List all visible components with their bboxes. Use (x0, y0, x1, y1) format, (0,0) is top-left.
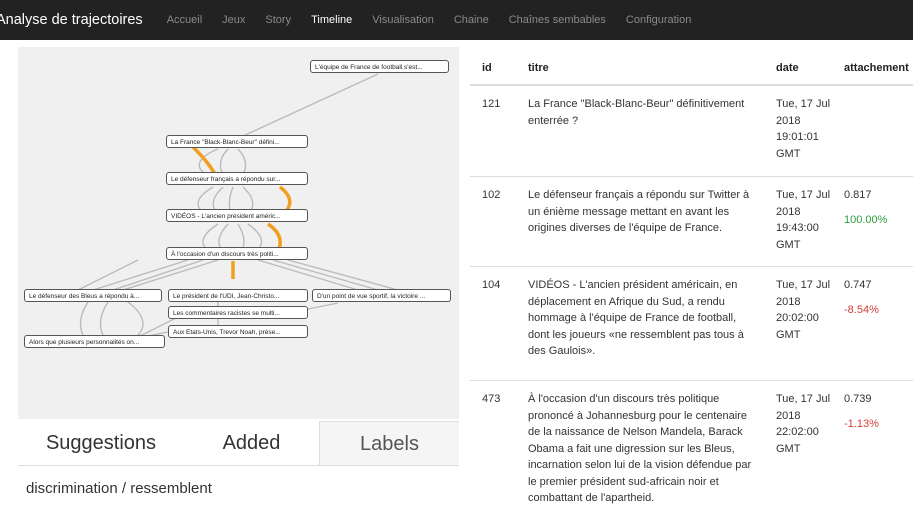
graph-edge (229, 73, 379, 143)
row-attachement: 0.739 -1.13% (844, 391, 913, 432)
row-title: La France "Black-Blanc-Beur" définitivem… (528, 98, 745, 127)
row-id: 473 (482, 393, 501, 405)
row-percent: 100.00% (844, 213, 888, 226)
row-id: 104 (482, 279, 501, 291)
graph-node[interactable]: Alors que plusieurs personnalités on... (24, 335, 165, 348)
row-title: À l'occasion d'un discours très politiqu… (528, 393, 752, 504)
row-score: 0.747 (844, 279, 872, 291)
tab-labels[interactable]: Labels (319, 421, 459, 465)
results-table: id titre date attachement 121 La France … (470, 40, 913, 516)
graph-node[interactable]: La France "Black-Blanc-Beur" défini... (166, 135, 308, 148)
graph-node[interactable]: Le défenseur français a répondu sur... (166, 172, 308, 185)
row-date: Tue, 17 Jul 2018 20:02:00 GMT (776, 279, 831, 341)
graph-node[interactable]: D'un point de vue sportif, la victoire .… (312, 289, 451, 302)
graph-node[interactable]: Les commentaires racistes se multi... (168, 306, 308, 319)
nav-item-accueil[interactable]: Accueil (167, 14, 202, 26)
column-header-attachement[interactable]: attachement (844, 60, 913, 77)
graph-node[interactable]: Le défenseur des Bleus a répondu à... (24, 289, 162, 302)
graph-edge (122, 259, 219, 291)
top-navbar: Analyse de trajectoires Accueil Jeux Sto… (0, 0, 913, 40)
nav-item-visualisation[interactable]: Visualisation (372, 14, 434, 26)
graph-node[interactable]: À l'occasion d'un discours très politi..… (166, 247, 308, 260)
nav-item-chaine[interactable]: Chaine (454, 14, 489, 26)
graph-edge (112, 259, 204, 291)
graph-node[interactable]: VIDÉOS - L'ancien président améric... (166, 209, 308, 222)
column-header-title[interactable]: titre (528, 60, 760, 77)
nav-item-story[interactable]: Story (265, 14, 291, 26)
nav-item-configuration[interactable]: Configuration (626, 14, 691, 26)
query-label: discrimination / ressemblent (26, 480, 212, 497)
row-date: Tue, 17 Jul 2018 19:43:00 GMT (776, 189, 831, 251)
column-header-date[interactable]: date (776, 60, 834, 77)
table-row[interactable]: 473 À l'occasion d'un discours très poli… (470, 380, 913, 516)
row-score: 0.817 (844, 189, 872, 201)
trajectory-graph[interactable]: L'équipe de France de football s'est... … (18, 47, 459, 419)
row-date: Tue, 17 Jul 2018 19:01:01 GMT (776, 98, 831, 160)
row-id: 102 (482, 189, 501, 201)
row-percent: -1.13% (844, 417, 879, 430)
nav-item-chaines-sembables[interactable]: Chaînes sembables (509, 14, 606, 26)
graph-node[interactable]: Aux Etats-Unis, Trevor Noah, prése... (168, 325, 308, 338)
table-row[interactable]: 104 VIDÉOS - L'ancien président américai… (470, 266, 913, 381)
tab-divider (18, 465, 459, 466)
graph-edges (77, 73, 399, 343)
graph-node[interactable]: L'équipe de France de football s'est... (310, 60, 449, 73)
app-brand[interactable]: Analyse de trajectoires (0, 12, 143, 28)
graph-edge (272, 259, 379, 291)
tab-suggestions[interactable]: Suggestions (18, 421, 184, 465)
row-score: 0.739 (844, 393, 872, 405)
graph-node[interactable]: Le président de l'UDI, Jean-Christo... (168, 289, 308, 302)
row-id: 121 (482, 98, 501, 110)
row-date: Tue, 17 Jul 2018 22:02:00 GMT (776, 393, 831, 455)
table-header: id titre date attachement (470, 40, 913, 86)
row-attachement (844, 96, 913, 104)
column-header-id[interactable]: id (482, 60, 512, 77)
nav-item-timeline[interactable]: Timeline (311, 14, 352, 26)
navbar-inner: Analyse de trajectoires Accueil Jeux Sto… (0, 0, 701, 40)
row-attachement: 0.747 -8.54% (844, 277, 913, 318)
row-attachement: 0.817 100.00% (844, 187, 913, 228)
row-percent: -8.54% (844, 303, 879, 316)
table-row[interactable]: 121 La France "Black-Blanc-Beur" définit… (470, 84, 913, 177)
row-title: Le défenseur français a répondu sur Twit… (528, 189, 750, 234)
nav-item-jeux[interactable]: Jeux (222, 14, 245, 26)
row-title: VIDÉOS - L'ancien président américain, e… (528, 279, 744, 357)
tabs: Suggestions Added Labels (18, 421, 459, 465)
table-row[interactable]: 102 Le défenseur français a répondu sur … (470, 176, 913, 267)
tab-added[interactable]: Added (184, 421, 319, 465)
